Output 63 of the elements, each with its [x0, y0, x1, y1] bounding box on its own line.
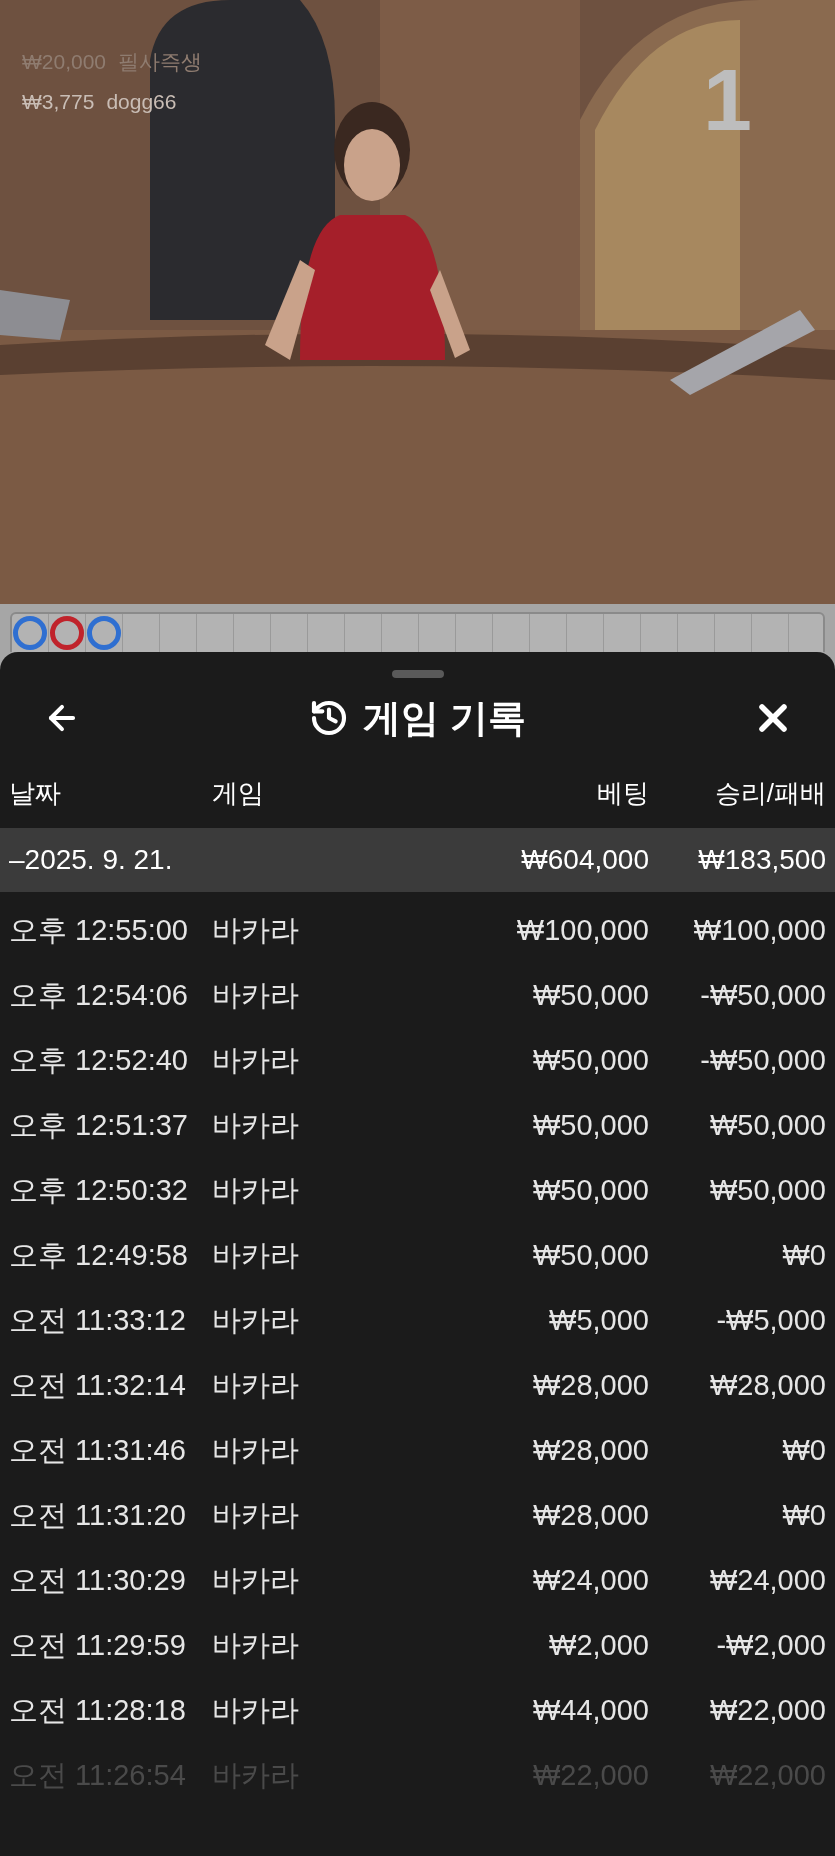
table-cell-text: ₩0: [782, 1237, 826, 1273]
column-header: 날짜: [9, 776, 62, 810]
table-cell-text: 바카라: [212, 1562, 300, 1598]
table-cell-text: 바카라: [212, 1367, 300, 1403]
table-cell-text: ₩50,000: [532, 1172, 649, 1208]
table-cell-text: -₩2,000: [716, 1627, 826, 1663]
table-cell-text: ₩50,000: [709, 1107, 826, 1143]
table-cell-text: 바카라: [212, 912, 300, 948]
table-cell-text: 바카라: [212, 1237, 300, 1273]
table-cell-text: 바카라: [212, 977, 300, 1013]
table-cell-text: -₩50,000: [700, 977, 826, 1013]
table-cell-text: 오전 11:30:29: [9, 1562, 187, 1598]
table-cell-text: 바카라: [212, 1432, 300, 1468]
sheet-title: 게임 기록: [363, 695, 526, 741]
column-header: 게임: [212, 776, 265, 810]
table-cell-text: ₩100,000: [693, 912, 826, 948]
table-cell-text: 바카라: [212, 1172, 300, 1208]
table-cell-text: 바카라: [212, 1627, 300, 1663]
table-cell-text: 오전 11:31:20: [9, 1497, 187, 1533]
table-cell-text: 오후 12:55:00: [9, 912, 189, 948]
table-cell-text: ₩50,000: [709, 1172, 826, 1208]
table-cell-text: ₩0: [782, 1497, 826, 1533]
table-cell-text: 바카라: [212, 1692, 300, 1728]
table-cell-text: 오전 11:32:14: [9, 1367, 187, 1403]
drag-handle[interactable]: [391, 670, 444, 678]
table-cell-text: ₩5,000: [549, 1302, 649, 1338]
table-cell-text: ₩100,000: [516, 912, 649, 948]
table-cell-text: -₩5,000: [716, 1302, 826, 1338]
table-cell-text: 바카라: [212, 1042, 300, 1078]
table-cell-text: 오후 12:49:58: [9, 1237, 189, 1273]
column-header: 베팅: [597, 776, 649, 810]
table-cell-text: ₩24,000: [532, 1562, 649, 1598]
table-cell-text: 오후 12:52:40: [9, 1042, 189, 1078]
table-cell-text: ₩50,000: [532, 977, 649, 1013]
table-cell-text: 오전 11:31:46: [9, 1432, 187, 1468]
table-cell-text: ₩28,000: [709, 1367, 826, 1403]
column-header: 승리/패배: [714, 776, 826, 810]
table-cell-text: ₩28,000: [532, 1432, 649, 1468]
table-cell-text: ₩50,000: [532, 1042, 649, 1078]
table-cell-text: ₩44,000: [532, 1692, 649, 1728]
table-cell-text: 오후 12:51:37: [9, 1107, 189, 1143]
table-cell-text: 오전 11:29:59: [9, 1627, 187, 1663]
table-cell-text: -₩50,000: [700, 1042, 826, 1078]
table-cell-text: 바카라: [212, 1302, 300, 1338]
table-cell-text: 바카라: [212, 1497, 300, 1533]
table-cell-text: ₩604,000: [521, 843, 649, 877]
table-cell-text: ₩28,000: [532, 1367, 649, 1403]
table-cell-text: ₩50,000: [532, 1107, 649, 1143]
table-cell-text: ₩24,000: [709, 1562, 826, 1598]
table-cell-text: ₩22,000: [709, 1692, 826, 1728]
table-cell-text: ₩28,000: [532, 1497, 649, 1533]
date-group[interactable]: –2025. 9. 21.: [9, 839, 449, 881]
table-cell-text: 오후 12:50:32: [9, 1172, 189, 1208]
table-cell-text: 오전 11:28:18: [9, 1692, 187, 1728]
table-cell-text: ₩2,000: [549, 1627, 649, 1663]
table-cell-text: ₩50,000: [532, 1237, 649, 1273]
round-counter: 1: [703, 56, 752, 144]
table-cell-text: ₩0: [782, 1432, 826, 1468]
bet-amount: ₩3,775: [22, 88, 95, 115]
table-cell-text: 바카라: [212, 1107, 300, 1143]
table-cell-text: 오전 11:33:12: [9, 1302, 187, 1338]
table-cell-text: ₩183,500: [698, 843, 826, 877]
table-cell-text: 오후 12:54:06: [9, 977, 189, 1013]
